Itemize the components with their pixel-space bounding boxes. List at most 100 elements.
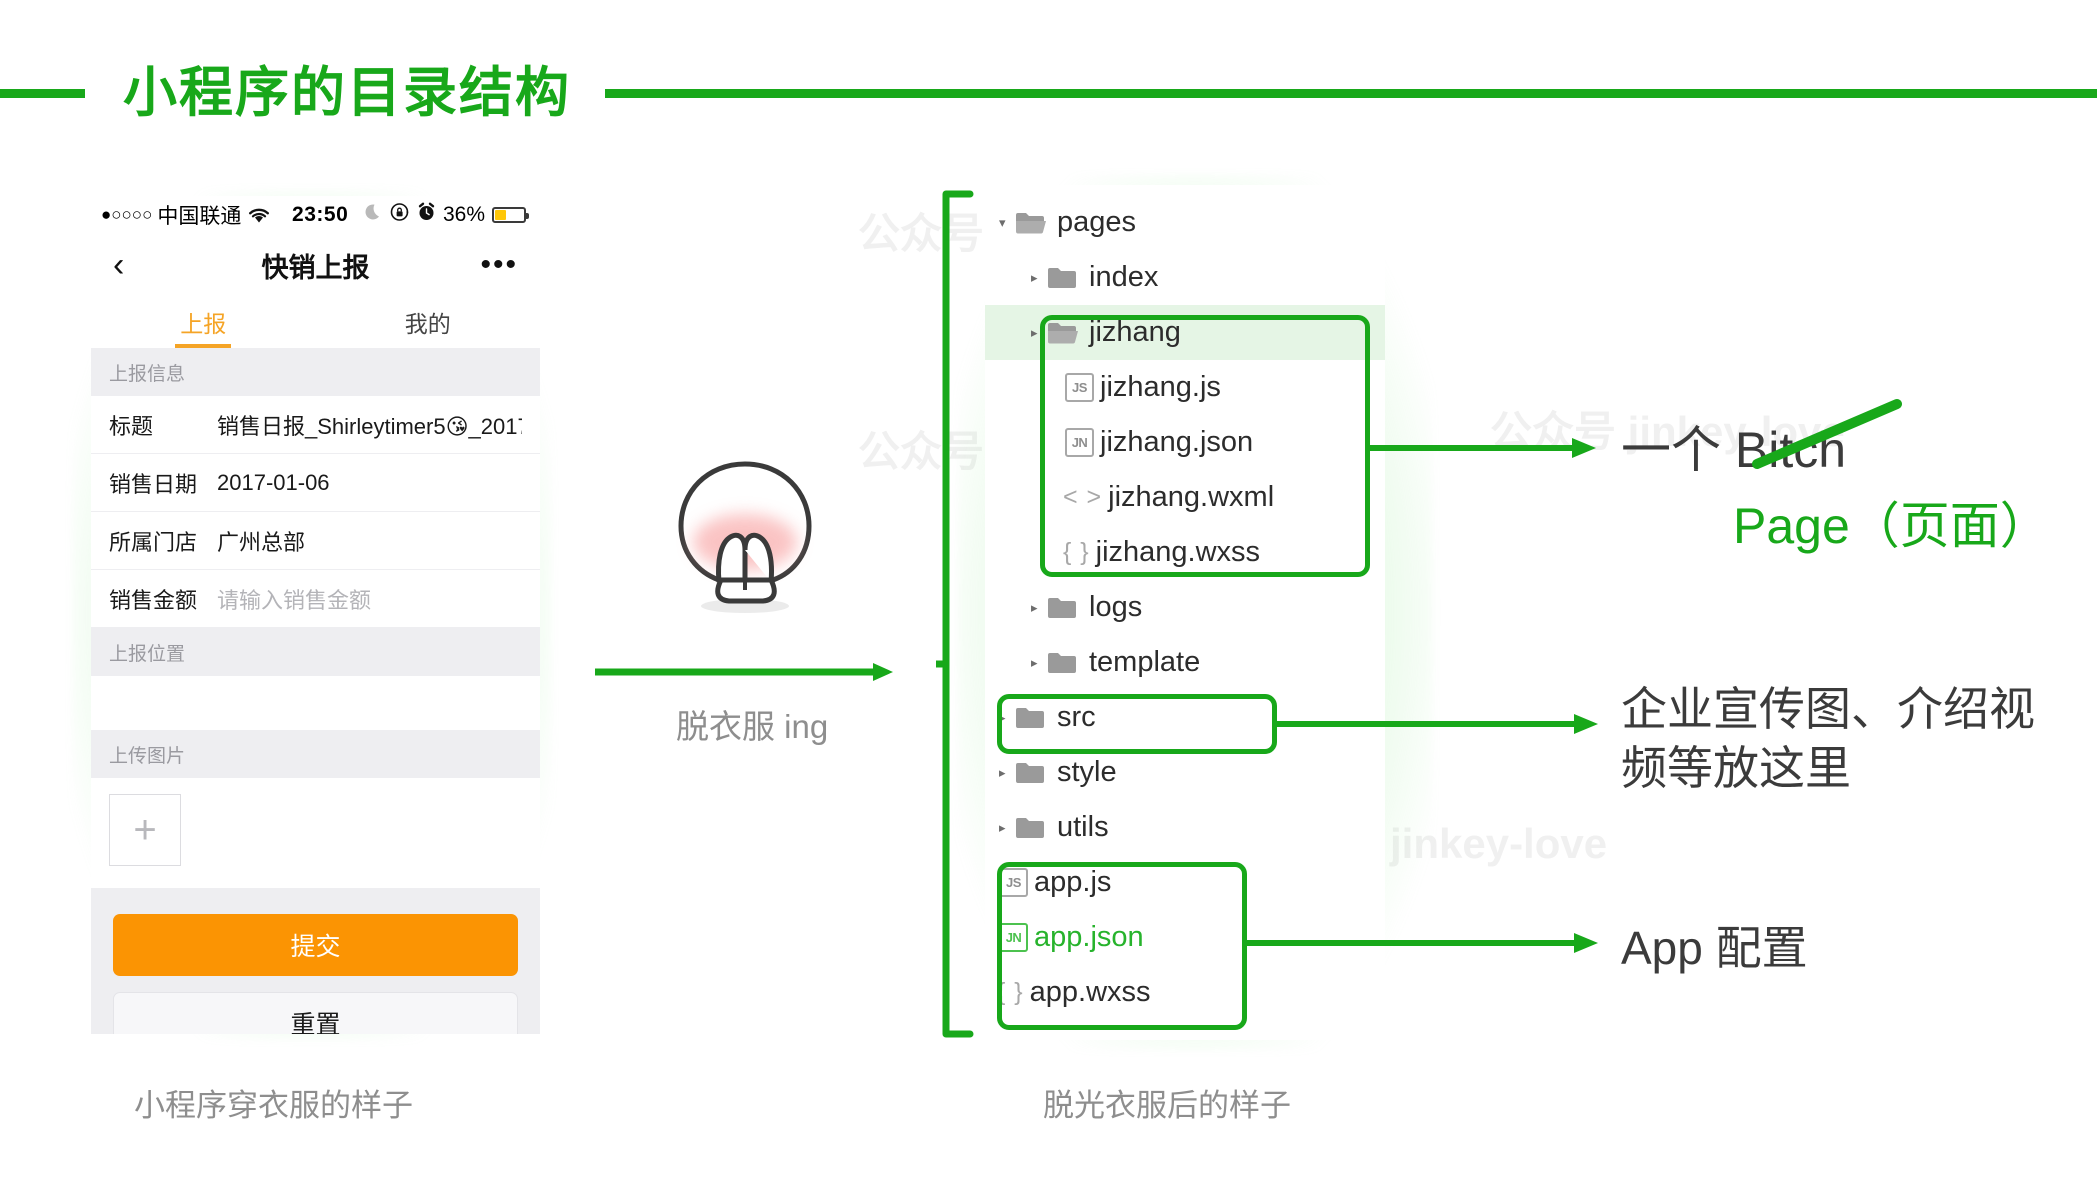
submit-button[interactable]: 提交 — [113, 914, 518, 976]
twisty-collapsed-icon[interactable]: ▸ — [1031, 271, 1047, 284]
tree-label-app-wxss: app.wxss — [1029, 976, 1151, 1008]
title-rule-right — [605, 88, 2097, 98]
carrier-label: 中国联通 — [157, 205, 242, 228]
twisty-collapsed-icon[interactable]: ▸ — [1031, 326, 1047, 339]
tree-node-app-wxss[interactable]: { } app.wxss — [985, 965, 1385, 1020]
tree-label-jizhang-js: jizhang.js — [1100, 371, 1221, 403]
twisty-collapsed-icon[interactable]: ▸ — [999, 821, 1015, 834]
tree-label-app-js: app.js — [1034, 866, 1112, 898]
value-title: 销售日报_Shirleytimer5😘_201701( — [217, 413, 522, 439]
more-dots-icon[interactable]: ••• — [480, 250, 518, 280]
twisty-collapsed-icon[interactable]: ▸ — [1031, 656, 1047, 669]
transform-arrow-label: 脱衣服 ing — [676, 708, 829, 745]
caption-left: 小程序穿衣服的样子 — [134, 1088, 413, 1123]
back-button[interactable]: ‹ — [113, 248, 124, 282]
phone-screen: ●○○○○ 中国联通 23:50 36% ‹ 快销上报 ••• 上报 我的 上报… — [91, 196, 540, 1034]
label-sales-date: 销售日期 — [109, 471, 198, 497]
tree-label-logs: logs — [1089, 591, 1143, 623]
phone-mockup: ●○○○○ 中国联通 23:50 36% ‹ 快销上报 ••• 上报 我的 上报… — [72, 190, 552, 1040]
tree-node-jizhang-js[interactable]: JS jizhang.js — [985, 360, 1385, 415]
caption-right: 脱光衣服后的样子 — [1043, 1088, 1291, 1123]
nav-title: 快销上报 — [261, 252, 370, 283]
status-time: 23:50 — [292, 203, 349, 226]
tab-report[interactable]: 上报 — [91, 296, 316, 348]
form-row-store[interactable]: 所属门店 广州总部 — [91, 512, 540, 570]
tab-mine[interactable]: 我的 — [316, 296, 541, 348]
tree-node-jizhang-wxss[interactable]: { } jizhang.wxss — [985, 525, 1385, 580]
folder-open-icon — [1047, 320, 1083, 346]
add-image-button[interactable]: + — [109, 794, 181, 866]
tree-label-pages: pages — [1057, 206, 1137, 238]
amount-input[interactable]: 请输入销售金额 — [217, 583, 371, 615]
label-store: 所属门店 — [109, 529, 198, 555]
title-rule-left — [0, 88, 85, 98]
tree-node-jizhang-json[interactable]: JN jizhang.json — [985, 415, 1385, 470]
wxss-file-icon: { } — [997, 978, 1024, 1006]
tree-label-utils: utils — [1057, 811, 1109, 843]
twisty-expanded-icon[interactable]: ▾ — [999, 216, 1015, 229]
tree-label-app-json: app.json — [1034, 921, 1144, 953]
upload-area: + — [91, 778, 540, 888]
form-row-amount[interactable]: 销售金额 请输入销售金额 — [91, 570, 540, 628]
folder-icon — [1047, 265, 1083, 291]
section-header-report-location: 上报位置 — [91, 628, 540, 676]
button-zone: 提交 重置 — [91, 888, 540, 1034]
annotation-page-replacement: Page（页面） — [1733, 498, 2050, 554]
file-tree: ▾ pages ▸ index ▸ jizhang JS jizhang.js — [985, 185, 1385, 1040]
nav-bar: ‹ 快销上报 ••• — [91, 234, 540, 296]
tree-label-src: src — [1057, 701, 1096, 733]
annotation-src: 企业宣传图、介绍视频等放这里 — [1621, 683, 2035, 794]
connector-jizhang-to-page — [1368, 432, 1598, 464]
signal-dots-icon: ●○○○○ — [101, 205, 153, 224]
tree-node-pages[interactable]: ▾ pages — [985, 195, 1385, 250]
reset-button[interactable]: 重置 — [113, 992, 518, 1034]
folder-icon — [1015, 705, 1051, 731]
value-store: 广州总部 — [217, 529, 306, 555]
page-title-band: 小程序的目录结构 — [0, 62, 2097, 124]
alarm-icon — [417, 202, 436, 228]
tree-node-template[interactable]: ▸ template — [985, 635, 1385, 690]
section-header-report-info: 上报信息 — [91, 348, 540, 396]
tree-label-jizhang-json: jizhang.json — [1100, 426, 1254, 458]
blushing-rabbit-icon — [645, 440, 845, 615]
folder-icon — [1047, 650, 1083, 676]
location-block[interactable] — [91, 676, 540, 730]
label-amount: 销售金额 — [109, 587, 198, 613]
folder-open-icon — [1015, 210, 1051, 236]
page-title: 小程序的目录结构 — [123, 63, 571, 123]
twisty-collapsed-icon[interactable]: ▸ — [1031, 601, 1047, 614]
tree-node-jizhang-wxml[interactable]: < > jizhang.wxml — [985, 470, 1385, 525]
tree-node-logs[interactable]: ▸ logs — [985, 580, 1385, 635]
js-file-icon: JS — [1065, 373, 1094, 402]
tree-node-jizhang[interactable]: ▸ jizhang — [985, 305, 1385, 360]
tree-label-jizhang: jizhang — [1089, 316, 1181, 348]
wifi-icon — [247, 206, 271, 224]
rotation-lock-icon — [390, 202, 410, 228]
form-row-title[interactable]: 标题 销售日报_Shirleytimer5😘_201701( — [91, 396, 540, 454]
battery-icon — [492, 207, 529, 223]
moon-icon — [365, 203, 383, 228]
json-file-icon: JN — [999, 923, 1028, 952]
tree-label-index: index — [1089, 261, 1159, 293]
section-header-upload-image: 上传图片 — [91, 730, 540, 778]
connector-src-to-note — [1275, 708, 1600, 740]
twisty-collapsed-icon[interactable]: ▸ — [999, 711, 1015, 724]
status-right-icons: 36% — [365, 202, 529, 228]
tab-bar: 上报 我的 — [91, 296, 540, 348]
twisty-collapsed-icon[interactable]: ▸ — [999, 766, 1015, 779]
annotation-app: App 配置 — [1621, 922, 1808, 974]
tree-label-jizhang-wxss: jizhang.wxss — [1095, 536, 1261, 568]
tree-node-index[interactable]: ▸ index — [985, 250, 1385, 305]
value-sales-date: 2017-01-06 — [217, 469, 330, 495]
status-bar: ●○○○○ 中国联通 23:50 36% — [91, 196, 540, 234]
connector-app-to-note — [1245, 927, 1600, 959]
label-title: 标题 — [109, 413, 154, 439]
tree-label-jizhang-wxml: jizhang.wxml — [1108, 481, 1275, 513]
tree-node-utils[interactable]: ▸ utils — [985, 800, 1385, 855]
tree-node-style[interactable]: ▸ style — [985, 745, 1385, 800]
tree-label-style: style — [1057, 756, 1117, 788]
js-file-icon: JS — [999, 868, 1028, 897]
form-row-sales-date[interactable]: 销售日期 2017-01-06 — [91, 454, 540, 512]
tree-node-app-js[interactable]: JS app.js — [985, 855, 1385, 910]
folder-icon — [1047, 595, 1083, 621]
